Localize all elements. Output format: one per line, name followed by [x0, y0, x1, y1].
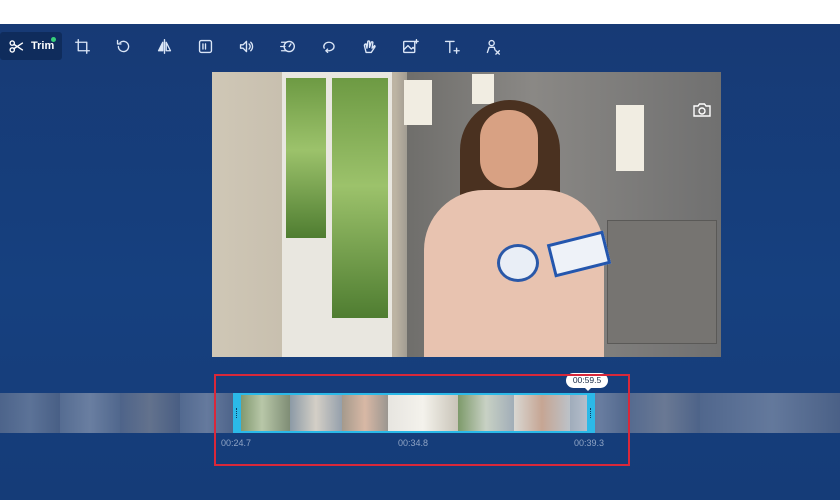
- trimmed-out-region: [0, 393, 233, 433]
- remove-watermark-button[interactable]: [472, 32, 513, 60]
- flip-icon: [157, 38, 172, 54]
- watermark-remove-icon: [486, 39, 500, 55]
- trimmed-out-region: [595, 393, 840, 433]
- speed-button[interactable]: [267, 32, 308, 60]
- image-icon: [403, 38, 419, 53]
- video-frame-pane: [332, 78, 388, 318]
- crop-icon: [75, 38, 90, 54]
- snapshot-button[interactable]: [692, 102, 712, 118]
- video-preview[interactable]: [212, 72, 721, 357]
- frame-icon: [198, 39, 213, 53]
- toolbar: Trim: [0, 32, 513, 60]
- video-frame-person-face: [480, 110, 538, 188]
- flip-button[interactable]: [144, 32, 185, 60]
- add-image-button[interactable]: [390, 32, 431, 60]
- video-frame-note: [472, 74, 494, 104]
- loop-button[interactable]: [308, 32, 349, 60]
- video-frame-product: [497, 244, 539, 282]
- loop-icon: [323, 41, 335, 53]
- volume-button[interactable]: [226, 32, 267, 60]
- stabilize-icon: [363, 39, 376, 53]
- video-frame-note: [616, 105, 644, 171]
- rotate-button[interactable]: [103, 32, 144, 60]
- rotate-icon: [116, 39, 130, 52]
- scissors-icon: [9, 39, 24, 53]
- trim-tool-button[interactable]: Trim: [0, 32, 62, 60]
- video-frame-window: [282, 72, 392, 357]
- video-frame-note: [404, 80, 432, 125]
- stabilize-button[interactable]: [349, 32, 390, 60]
- speed-icon: [280, 40, 295, 52]
- video-frame-fridge-door: [607, 220, 717, 344]
- crop-button[interactable]: [62, 32, 103, 60]
- camera-icon: [693, 103, 711, 117]
- trim-label: Trim: [31, 40, 55, 52]
- frame-button[interactable]: [185, 32, 226, 60]
- active-dot: [51, 37, 56, 42]
- highlight-annotation-box: [214, 374, 630, 466]
- add-text-button[interactable]: [431, 32, 472, 60]
- volume-icon: [239, 40, 254, 52]
- text-icon: [444, 40, 460, 54]
- video-frame-pane: [286, 78, 326, 238]
